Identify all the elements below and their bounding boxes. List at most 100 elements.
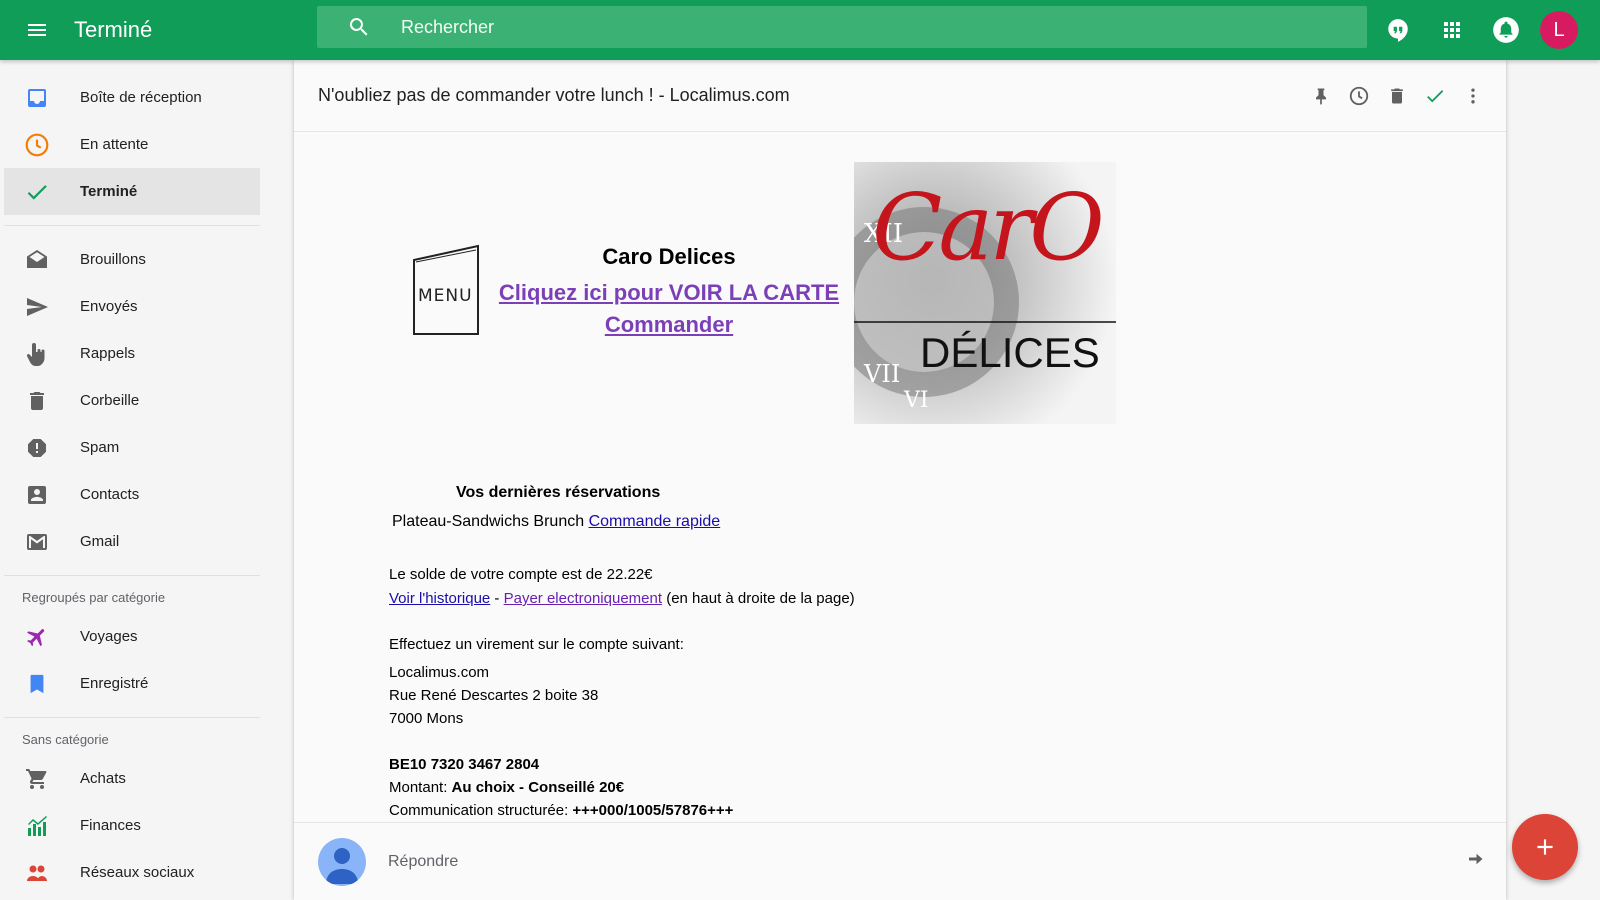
pin-icon[interactable] <box>1310 85 1332 107</box>
search-icon[interactable] <box>317 15 401 39</box>
sidebar-item-label: En attente <box>80 136 149 153</box>
balance-text: Le solde de votre compte est de 22.22€ <box>389 566 653 583</box>
reminder-hand-icon <box>24 341 50 367</box>
sidebar-item-label: Rappels <box>80 345 136 362</box>
delete-icon[interactable] <box>1386 85 1408 107</box>
history-link[interactable]: Voir l'historique <box>389 590 490 607</box>
sidebar-item-travel[interactable]: Voyages <box>0 613 260 660</box>
sidebar-item-label: Contacts <box>80 486 140 503</box>
sidebar-item-label: Boîte de réception <box>80 89 202 106</box>
link-separator: - <box>490 590 504 607</box>
reservations-title: Vos dernières réservations <box>456 484 661 501</box>
transfer-intro: Effectuez un virement sur le compte suiv… <box>389 636 684 653</box>
finance-chart-icon <box>24 813 50 839</box>
hangouts-icon[interactable] <box>1378 10 1418 50</box>
view-menu-link[interactable]: Cliquez ici pour VOIR LA CARTE <box>494 280 844 306</box>
section-label-uncategorized: Sans catégorie <box>22 732 109 747</box>
apps-grid-icon[interactable] <box>1432 10 1472 50</box>
plane-icon <box>24 624 50 650</box>
pay-note: (en haut à droite de la page) <box>662 590 855 607</box>
email-panel: N'oubliez pas de commander votre lunch !… <box>294 60 1506 900</box>
sidebar-item-done[interactable]: Terminé <box>4 168 260 215</box>
company-name: Localimus.com <box>389 664 490 681</box>
svg-text:VI: VI <box>903 388 929 413</box>
email-body: MENU Caro Delices Cliquez ici pour VOIR … <box>294 132 1506 822</box>
sidebar-item-inbox[interactable]: Boîte de réception <box>0 74 260 121</box>
reservation-label: Plateau-Sandwichs Brunch <box>392 513 585 530</box>
spam-icon <box>24 435 50 461</box>
city-address: 7000 Mons <box>389 710 464 727</box>
reply-arrow-icon[interactable] <box>1466 850 1484 873</box>
reply-label[interactable]: Répondre <box>388 853 1466 871</box>
sidebar-item-saved[interactable]: Enregistré <box>0 660 260 707</box>
restaurant-block: Caro Delices Cliquez ici pour VOIR LA CA… <box>494 244 844 338</box>
sidebar-item-label: Voyages <box>80 628 138 645</box>
restaurant-name: Caro Delices <box>602 244 736 269</box>
app-title: Terminé <box>74 17 153 42</box>
order-link[interactable]: Commander <box>494 312 844 338</box>
gmail-icon <box>24 529 50 555</box>
mark-done-check-icon[interactable] <box>1424 85 1446 107</box>
sidebar-item-purchases[interactable]: Achats <box>0 755 260 802</box>
sidebar-item-label: Spam <box>80 439 120 456</box>
logo-word-text: DÉLICES <box>920 329 1100 376</box>
clock-icon <box>24 132 50 158</box>
sidebar-item-gmail[interactable]: Gmail <box>0 518 260 565</box>
cart-icon <box>24 766 50 792</box>
sidebar-item-label: Achats <box>80 770 126 787</box>
contacts-icon <box>24 482 50 508</box>
hamburger-menu-icon[interactable] <box>0 0 74 60</box>
sidebar-item-trash[interactable]: Corbeille <box>0 377 260 424</box>
menu-card-image: MENU <box>410 242 482 347</box>
iban: BE10 7320 3467 2804 <box>389 756 540 773</box>
amount-value: Au choix - Conseillé 20€ <box>451 779 625 796</box>
communication-line: Communication structurée: +++000/1005/57… <box>389 802 733 819</box>
sidebar-item-label: Envoyés <box>80 298 138 315</box>
search-input[interactable]: Rechercher <box>401 17 494 38</box>
inbox-icon <box>24 85 50 111</box>
sidebar: Boîte de réception En attente Terminé Br… <box>0 60 270 900</box>
bookmark-icon <box>24 671 50 697</box>
sidebar-item-reminders[interactable]: Rappels <box>0 330 260 377</box>
drafts-icon <box>24 247 50 273</box>
top-bar: Terminé Rechercher L <box>0 0 1600 60</box>
email-subject: N'oubliez pas de commander votre lunch !… <box>318 85 790 105</box>
communication-label: Communication structurée: <box>389 802 573 819</box>
sidebar-item-contacts[interactable]: Contacts <box>0 471 260 518</box>
section-label-grouped: Regroupés par catégorie <box>22 590 166 605</box>
account-avatar[interactable]: L <box>1540 11 1578 49</box>
sidebar-item-label: Finances <box>80 817 141 834</box>
sidebar-item-sent[interactable]: Envoyés <box>0 283 260 330</box>
caro-delices-logo: XII VII VI CarO DÉLICES <box>829 162 1116 424</box>
reservation-item: Plateau-Sandwichs Brunch Commande rapide <box>392 513 720 531</box>
compose-fab-plus-icon[interactable] <box>1512 814 1578 880</box>
reply-bar[interactable]: Répondre <box>294 822 1506 900</box>
sidebar-item-label: Corbeille <box>80 392 140 409</box>
communication-value: +++000/1005/57876+++ <box>572 802 734 819</box>
notifications-bell-icon[interactable] <box>1486 10 1526 50</box>
sidebar-item-label: Terminé <box>80 183 138 200</box>
sidebar-item-snoozed[interactable]: En attente <box>0 121 260 168</box>
logo-script-text: CarO <box>872 174 1105 281</box>
sidebar-item-finances[interactable]: Finances <box>0 802 260 849</box>
search-bar[interactable]: Rechercher <box>317 6 1367 48</box>
email-header: N'oubliez pas de commander votre lunch !… <box>294 60 1506 132</box>
send-icon <box>24 294 50 320</box>
svg-text:VII: VII <box>863 360 900 388</box>
sidebar-item-label: Gmail <box>80 533 120 550</box>
top-actions: L <box>1378 0 1578 60</box>
check-icon <box>24 179 50 205</box>
snooze-clock-icon[interactable] <box>1348 85 1370 107</box>
sidebar-divider <box>4 225 260 226</box>
sidebar-item-spam[interactable]: Spam <box>0 424 260 471</box>
account-links: Voir l'historique - Payer electroniqueme… <box>389 590 855 607</box>
amount-label: Montant: <box>389 779 452 796</box>
more-vert-icon[interactable] <box>1462 85 1484 107</box>
amount-line: Montant: Au choix - Conseillé 20€ <box>389 779 624 796</box>
street-address: Rue René Descartes 2 boite 38 <box>389 687 599 704</box>
sidebar-item-label: Brouillons <box>80 251 146 268</box>
quick-order-link[interactable]: Commande rapide <box>589 513 721 530</box>
sidebar-item-drafts[interactable]: Brouillons <box>0 236 260 283</box>
pay-online-link[interactable]: Payer electroniquement <box>504 590 662 607</box>
sidebar-item-social[interactable]: Réseaux sociaux <box>0 849 260 896</box>
